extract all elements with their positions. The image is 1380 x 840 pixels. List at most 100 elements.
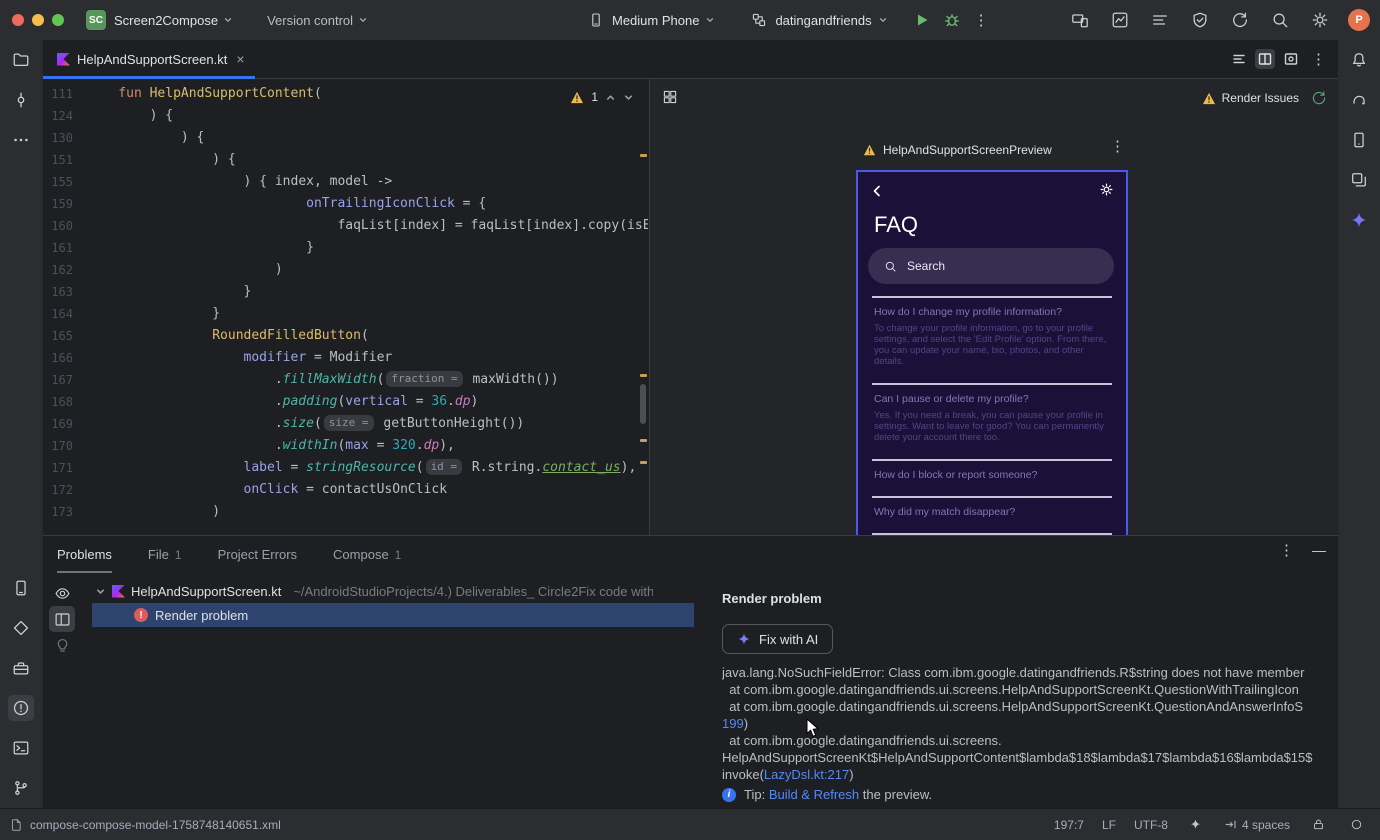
settings-gear-icon[interactable]: [1099, 182, 1114, 197]
window-minimize-button[interactable]: [32, 14, 44, 26]
preview-title[interactable]: HelpAndSupportScreenPreview: [863, 143, 1052, 157]
tab-count: 1: [394, 547, 402, 562]
gradle-tool-icon[interactable]: [1346, 87, 1372, 113]
file-encoding[interactable]: UTF-8: [1134, 818, 1168, 832]
window-controls: [12, 14, 64, 26]
code-view-icon[interactable]: [1229, 49, 1249, 69]
fix-with-ai-button[interactable]: Fix with AI: [722, 624, 834, 654]
line-number: 155: [51, 175, 73, 189]
panel-tab-problems[interactable]: Problems: [57, 536, 112, 573]
inspection-widget[interactable]: 1: [570, 86, 634, 108]
debug-button[interactable]: [940, 8, 964, 32]
status-indicator-icon[interactable]: [1346, 815, 1366, 835]
user-avatar[interactable]: P: [1348, 9, 1370, 31]
next-warning-icon[interactable]: [623, 92, 634, 103]
write-access-lock-icon[interactable]: [1308, 815, 1328, 835]
editor-options-icon[interactable]: ⋮: [1307, 52, 1330, 67]
panel-tab-project-errors[interactable]: Project Errors: [218, 536, 297, 573]
window-zoom-button[interactable]: [52, 14, 64, 26]
ai-spark-icon[interactable]: [1186, 815, 1206, 835]
faq-question[interactable]: How do I block or report someone?: [874, 469, 1110, 482]
inlay-hint: fraction =: [386, 371, 463, 387]
faq-search-bar[interactable]: Search: [868, 248, 1114, 284]
caret-position[interactable]: 197:7: [1054, 818, 1084, 832]
close-tab-icon[interactable]: ×: [236, 51, 244, 67]
running-devices-icon[interactable]: [8, 575, 34, 601]
refresh-preview-icon[interactable]: [1311, 90, 1327, 106]
terminal-tool-icon[interactable]: [8, 735, 34, 761]
scrollbar-warning-mark[interactable]: [640, 154, 647, 157]
tab-helpandsupportscreen[interactable]: HelpAndSupportScreen.kt ×: [43, 40, 255, 79]
line-separator[interactable]: LF: [1102, 818, 1116, 832]
device-streaming-icon[interactable]: [1068, 8, 1092, 32]
panel-tab-compose[interactable]: Compose 1: [333, 536, 401, 573]
stack-line: HelpAndSupportScreenKt$HelpAndSupportCon…: [722, 750, 1313, 765]
back-arrow-icon[interactable]: [870, 184, 884, 198]
project-name: Screen2Compose: [114, 12, 219, 28]
window-close-button[interactable]: [12, 14, 24, 26]
render-issues-button[interactable]: Render Issues: [1202, 91, 1299, 105]
build-and-refresh-link[interactable]: Build & Refresh: [769, 787, 859, 802]
split-view-icon[interactable]: [1255, 49, 1275, 69]
eye-filter-icon[interactable]: [49, 580, 75, 606]
info-icon: i: [722, 787, 736, 802]
app-inspection-icon[interactable]: [8, 615, 34, 641]
problems-file-row[interactable]: HelpAndSupportScreen.kt ~/AndroidStudioP…: [95, 579, 653, 603]
panel-options-icon[interactable]: ⋮: [1275, 543, 1298, 558]
line-number: 124: [51, 109, 73, 123]
gemini-assistant-icon[interactable]: [1346, 207, 1372, 233]
profiler-icon[interactable]: [1108, 8, 1132, 32]
panel-tab-file[interactable]: File 1: [148, 536, 182, 573]
preview-phone-canvas[interactable]: FAQ Search How do I change my profile in…: [856, 170, 1128, 535]
previous-warning-icon[interactable]: [605, 92, 616, 103]
project-selector[interactable]: Screen2Compose: [114, 13, 233, 28]
device-selector[interactable]: Medium Phone: [612, 13, 699, 28]
device-manager-icon[interactable]: [1346, 127, 1372, 153]
preview-pane-toggle-icon[interactable]: [49, 606, 75, 632]
project-tool-icon[interactable]: [8, 47, 34, 73]
tab-size-icon: [1225, 820, 1236, 829]
mouse-cursor: [806, 718, 820, 738]
preview-grid-layout-icon[interactable]: [662, 89, 678, 105]
problems-tool-icon[interactable]: [8, 695, 34, 721]
logcat-icon[interactable]: [1148, 8, 1172, 32]
render-issues-label: Render Issues: [1221, 91, 1299, 105]
status-file-name[interactable]: compose-compose-model-1758748140651.xml: [30, 818, 281, 832]
problems-panel: Problems File 1 Project Errors Compose 1 ⋮ — …: [43, 535, 1338, 809]
run-config-selector[interactable]: datingandfriends: [775, 13, 871, 28]
version-control-tool-icon[interactable]: [8, 775, 34, 801]
hide-panel-icon[interactable]: —: [1312, 542, 1326, 558]
scrollbar-warning-mark[interactable]: [640, 374, 647, 377]
app-insights-icon[interactable]: [1188, 8, 1212, 32]
stack-link[interactable]: LazyDsl.kt:217: [764, 767, 849, 782]
design-view-icon[interactable]: [1281, 49, 1301, 69]
scrollbar-warning-mark[interactable]: [640, 439, 647, 442]
render-problem-row[interactable]: ! Render problem: [92, 603, 694, 627]
commit-tool-icon[interactable]: [8, 87, 34, 113]
scrollbar-warning-mark[interactable]: [640, 461, 647, 464]
inlay-hint: id =: [425, 459, 463, 475]
version-control-menu[interactable]: Version control: [267, 13, 368, 28]
indent-widget[interactable]: 4 spaces: [1224, 818, 1290, 832]
line-number: 163: [51, 285, 73, 299]
run-button[interactable]: [910, 8, 934, 32]
resource-manager-icon[interactable]: [1346, 167, 1372, 193]
notifications-bell-icon[interactable]: [1346, 47, 1372, 73]
faq-question[interactable]: How do I change my profile information?: [874, 306, 1110, 319]
code-editor[interactable]: 111 fun HelpAndSupportContent(124) {130) …: [43, 79, 648, 535]
gradle-sync-icon[interactable]: [1228, 8, 1252, 32]
search-everywhere-icon[interactable]: [1268, 8, 1292, 32]
problems-file-name: HelpAndSupportScreen.kt: [131, 583, 282, 599]
settings-gear-icon[interactable]: [1308, 8, 1332, 32]
build-tool-icon[interactable]: [8, 655, 34, 681]
faq-question[interactable]: Why did my match disappear?: [874, 506, 1110, 519]
line-number: 151: [51, 153, 73, 167]
more-run-options-icon[interactable]: ⋮: [970, 13, 993, 28]
preview-options-icon[interactable]: ⋮: [1106, 139, 1129, 154]
quick-fix-bulb-icon[interactable]: [49, 632, 75, 658]
more-tool-windows-icon[interactable]: [8, 127, 34, 153]
code-line: 167 .fillMaxWidth(fraction = maxWidth()): [43, 369, 648, 391]
editor-scrollbar[interactable]: [640, 384, 646, 424]
faq-question[interactable]: Can I pause or delete my profile?: [874, 393, 1110, 406]
stack-link[interactable]: 199: [722, 716, 744, 731]
